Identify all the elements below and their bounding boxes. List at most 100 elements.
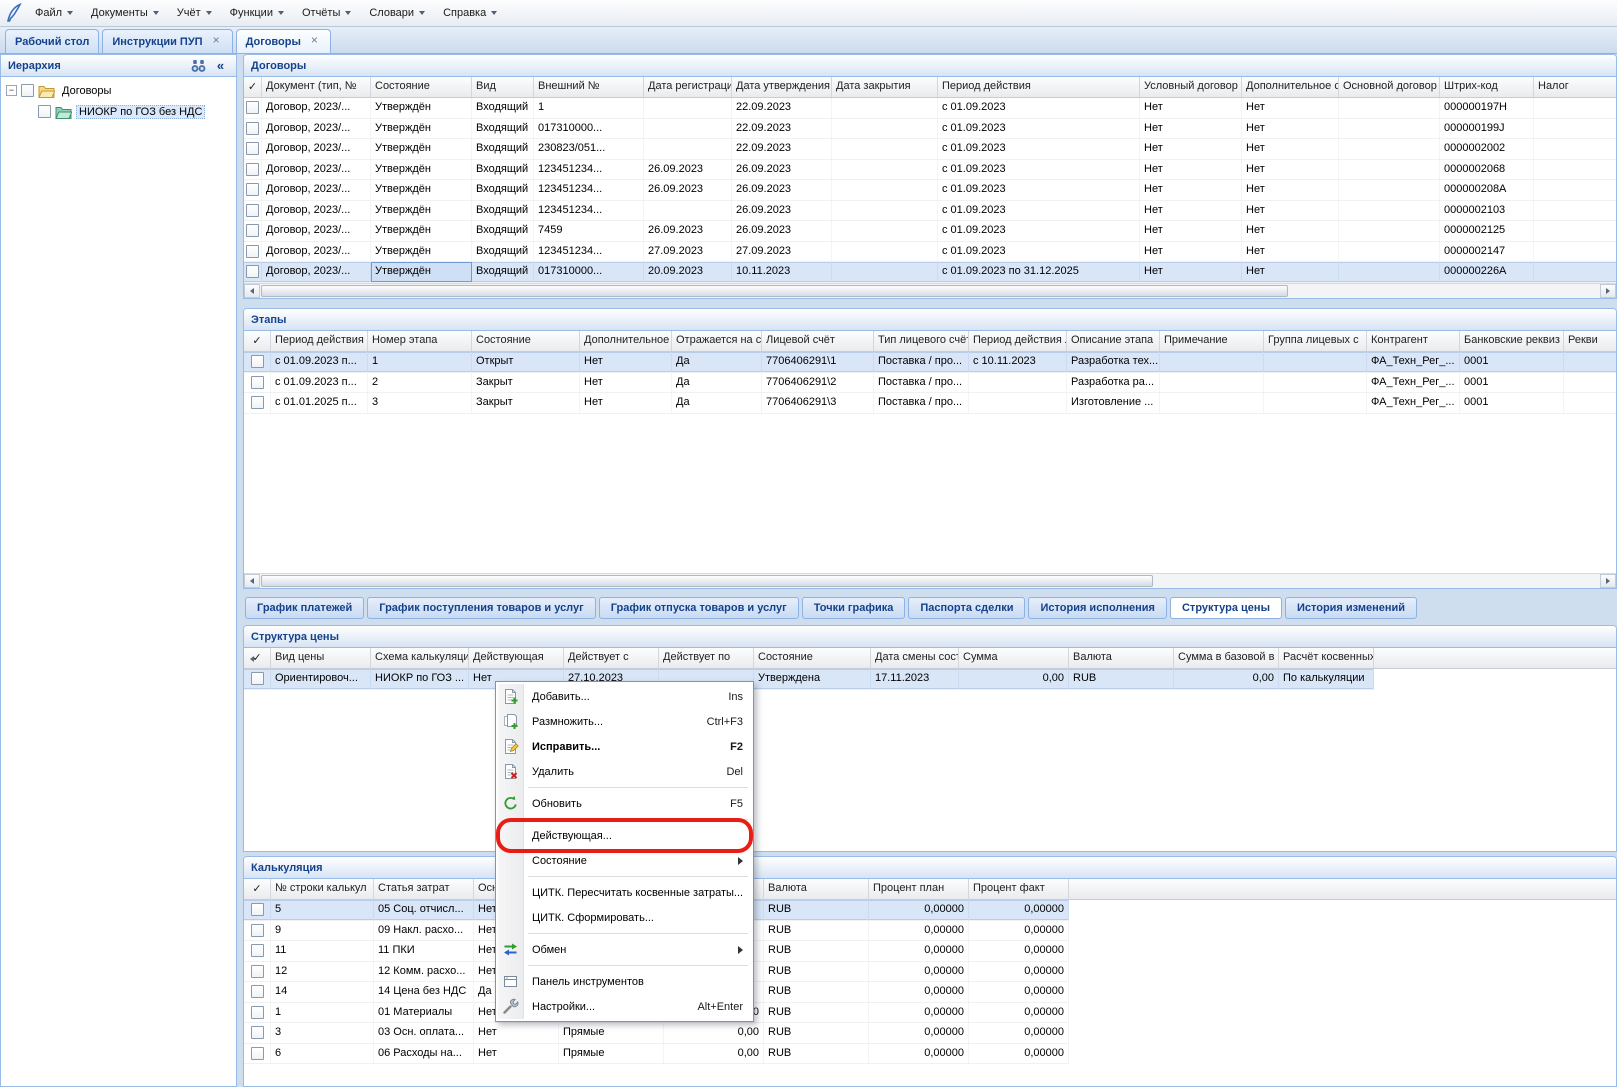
column-header[interactable]: Примечание — [1160, 331, 1264, 351]
column-header[interactable]: Схема калькуляци — [371, 648, 469, 668]
column-header[interactable]: Группа лицевых с — [1264, 331, 1367, 351]
row-checkbox[interactable] — [246, 204, 259, 217]
detail-tab[interactable]: Точки графика — [802, 597, 906, 619]
menubar-item[interactable]: Документы — [82, 2, 168, 24]
column-header[interactable]: Описание этапа — [1067, 331, 1160, 351]
column-header[interactable]: Налог — [1534, 77, 1616, 97]
menu-item-citk-generate[interactable]: ЦИТК. Сформировать... — [498, 905, 751, 930]
table-row[interactable]: Договор, 2023/...УтверждёнВходящий123451… — [244, 160, 1616, 181]
row-checkbox[interactable] — [246, 265, 259, 278]
column-header[interactable]: Статья затрат — [374, 879, 474, 899]
menubar-item[interactable]: Справка — [434, 2, 506, 24]
row-checkbox[interactable] — [251, 965, 264, 978]
tree-checkbox[interactable] — [21, 84, 34, 97]
table-row[interactable]: Договор, 2023/...УтверждёнВходящий123451… — [244, 242, 1616, 263]
menubar-item[interactable]: Словари — [360, 2, 434, 24]
column-header[interactable]: Вид цены — [271, 648, 371, 668]
close-icon[interactable]: × — [308, 35, 321, 48]
column-header[interactable]: Основной договор — [1339, 77, 1440, 97]
column-header[interactable]: Действующая — [469, 648, 564, 668]
table-row[interactable]: Ориентировоч...НИОКР по ГОЗ ...Нет27.10.… — [244, 669, 1374, 690]
column-header[interactable]: Дополнительное с — [1242, 77, 1339, 97]
row-checkbox[interactable] — [246, 183, 259, 196]
menu-item-delete[interactable]: УдалитьDel — [498, 759, 751, 784]
row-checkbox[interactable] — [251, 1026, 264, 1039]
table-row[interactable]: Договор, 2023/...УтверждёнВходящий123451… — [244, 180, 1616, 201]
column-header[interactable]: Рекви — [1564, 331, 1616, 351]
detail-tab[interactable]: История изменений — [1285, 597, 1417, 619]
row-checkbox[interactable] — [251, 376, 264, 389]
close-icon[interactable]: × — [210, 35, 223, 48]
row-checkbox[interactable] — [246, 245, 259, 258]
row-checkbox[interactable] — [251, 355, 264, 368]
menu-item-state[interactable]: Состояние — [498, 848, 751, 873]
menu-item-add[interactable]: Добавить...Ins — [498, 684, 751, 709]
column-header[interactable]: Период действия — [271, 331, 368, 351]
row-checkbox[interactable] — [246, 224, 259, 237]
scroll-right-button[interactable] — [1600, 574, 1616, 588]
contracts-hscrollbar[interactable] — [244, 283, 1616, 298]
column-header[interactable]: Состояние — [754, 648, 871, 668]
column-header[interactable]: Дата регистрации — [644, 77, 732, 97]
row-checkbox[interactable] — [251, 924, 264, 937]
scroll-left-button[interactable] — [244, 574, 260, 588]
menu-item-active-price[interactable]: Действующая... — [498, 823, 751, 848]
column-header[interactable]: Банковские реквиз — [1460, 331, 1564, 351]
scroll-thumb[interactable] — [261, 285, 1288, 297]
table-row[interactable]: с 01.09.2023 п...2ЗакрытНетДа7706406291\… — [244, 373, 1616, 394]
row-checkbox[interactable] — [251, 396, 264, 409]
detail-tab[interactable]: График отпуска товаров и услуг — [599, 597, 799, 619]
column-header[interactable]: Дата закрытия — [832, 77, 938, 97]
column-header[interactable]: Действует с — [564, 648, 659, 668]
column-header[interactable]: Дата смены состо — [871, 648, 959, 668]
column-header[interactable]: Отражается на су — [672, 331, 762, 351]
row-checkbox[interactable] — [251, 672, 264, 685]
column-header[interactable]: Лицевой счёт — [762, 331, 874, 351]
tree-checkbox[interactable] — [38, 105, 51, 118]
row-checkbox[interactable] — [251, 1047, 264, 1060]
column-header[interactable]: Период действия — [938, 77, 1140, 97]
column-header[interactable]: Внешний № — [534, 77, 644, 97]
detail-tab[interactable]: История исполнения — [1028, 597, 1167, 619]
detail-tab[interactable]: График поступления товаров и услуг — [367, 597, 595, 619]
table-row[interactable]: Договор, 2023/...УтверждёнВходящий017310… — [244, 119, 1616, 140]
column-header[interactable]: Дополнительное с — [580, 331, 672, 351]
column-header[interactable]: Сумма — [959, 648, 1069, 668]
tree-item[interactable]: НИОКР по ГОЗ без НДС — [1, 101, 236, 122]
menu-item-citk-recalculate[interactable]: ЦИТК. Пересчитать косвенные затраты... — [498, 880, 751, 905]
table-row[interactable]: Договор, 2023/...УтверждёнВходящий123451… — [244, 201, 1616, 222]
column-header[interactable]: Условный договор — [1140, 77, 1242, 97]
menubar-item[interactable]: Отчёты — [293, 2, 360, 24]
column-header[interactable]: Тип лицевого счёт — [874, 331, 969, 351]
row-checkbox[interactable] — [251, 1006, 264, 1019]
table-row[interactable]: с 01.01.2025 п...3ЗакрытНетДа7706406291\… — [244, 393, 1616, 414]
column-header[interactable]: Документ (тип, № — [262, 77, 371, 97]
menubar-item[interactable]: Учёт — [168, 2, 221, 24]
column-header[interactable]: Процент факт — [969, 879, 1069, 899]
menu-item-refresh[interactable]: ОбновитьF5 — [498, 791, 751, 816]
table-row[interactable]: Договор, 2023/...УтверждёнВходящий230823… — [244, 139, 1616, 160]
table-row[interactable]: Договор, 2023/...УтверждёнВходящий122.09… — [244, 98, 1616, 119]
detail-tab[interactable]: Паспорта сделки — [908, 597, 1025, 619]
tree-item[interactable]: −Договоры — [1, 80, 236, 101]
column-header[interactable]: ✓ — [244, 77, 262, 97]
table-row[interactable]: Договор, 2023/...УтверждёнВходящий745926… — [244, 221, 1616, 242]
menu-item-settings[interactable]: Настройки...Alt+Enter — [498, 994, 751, 1019]
column-header[interactable]: Контрагент — [1367, 331, 1460, 351]
column-header[interactable]: Валюта — [1069, 648, 1174, 668]
column-header[interactable]: ✓ — [244, 879, 271, 899]
column-header[interactable]: ✓ — [244, 331, 271, 351]
column-header[interactable]: Вид — [472, 77, 534, 97]
row-checkbox[interactable] — [251, 985, 264, 998]
column-header[interactable]: Дата утверждения — [732, 77, 832, 97]
scroll-right-button[interactable] — [1600, 284, 1616, 298]
collapse-panel-icon[interactable]: « — [212, 58, 229, 74]
scroll-thumb[interactable] — [261, 575, 1153, 587]
column-header[interactable]: Период действия л — [969, 331, 1067, 351]
table-row[interactable]: с 01.09.2023 п...1ОткрытНетДа7706406291\… — [244, 352, 1616, 373]
row-checkbox[interactable] — [251, 944, 264, 957]
menu-item-duplicate[interactable]: Размножить...Ctrl+F3 — [498, 709, 751, 734]
find-icon[interactable] — [190, 58, 207, 74]
column-header[interactable]: Состояние — [371, 77, 472, 97]
workspace-tab[interactable]: Инструкции ПУП× — [102, 29, 232, 53]
